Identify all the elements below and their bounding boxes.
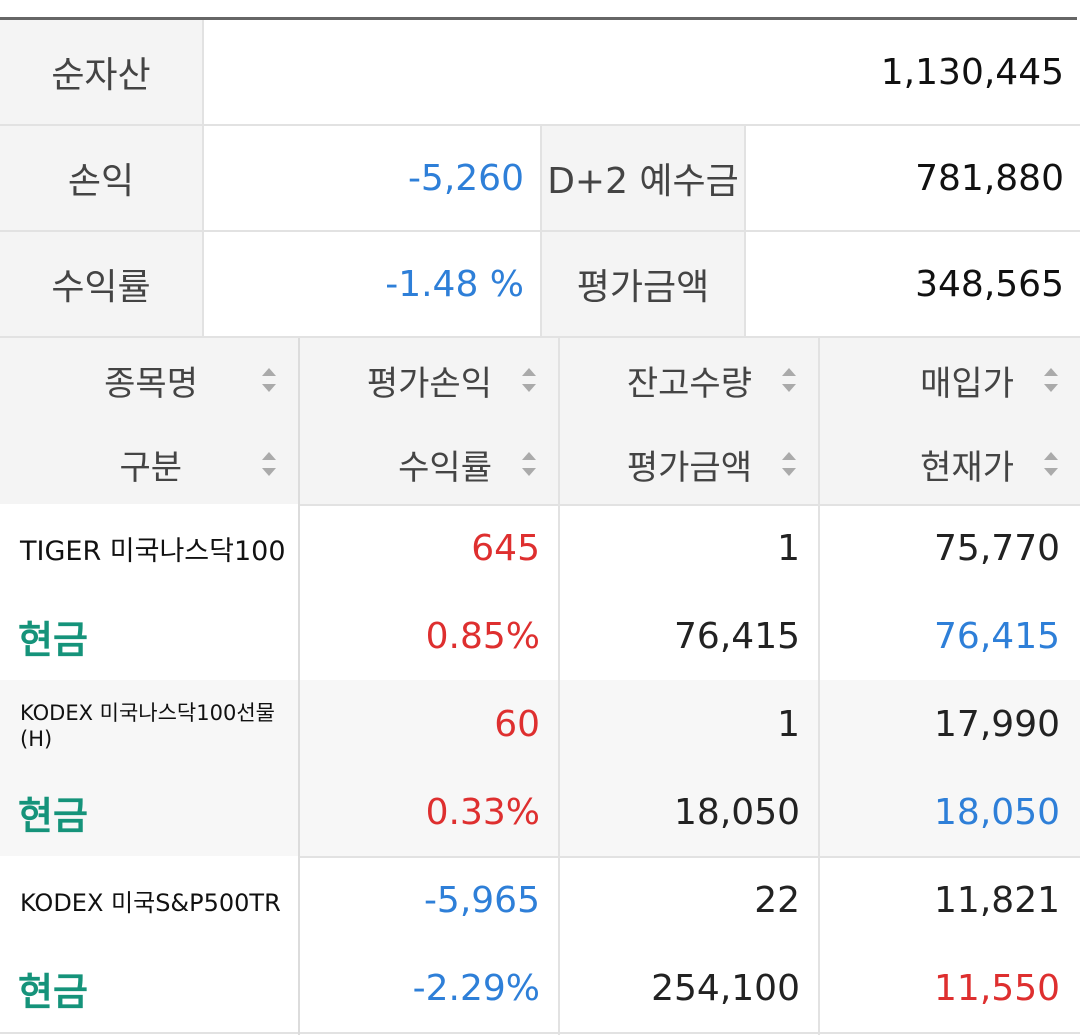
header-sort-name[interactable]: 종목명 (0, 338, 298, 422)
summary-row-pnl: 손익 -5,260 D+2 예수금 781,880 (0, 126, 1080, 232)
summary-row-net-assets: 순자산 1,130,445 (0, 20, 1080, 126)
summary-row-return: 수익률 -1.48 % 평가금액 348,565 (0, 232, 1080, 338)
header-type-label: 구분 (119, 447, 182, 488)
header-current-price-label: 현재가 (920, 447, 1014, 488)
sort-updown-icon[interactable] (782, 367, 796, 393)
sort-updown-icon[interactable] (1044, 367, 1058, 393)
header-sort-eval[interactable]: 평가금액 (560, 422, 818, 506)
holding-name: KODEX 미국나스닥100선물(H) (20, 701, 275, 751)
sort-updown-icon[interactable] (262, 451, 276, 477)
holding-name-cell: KODEX 미국나스닥100선물(H) 현금 (0, 680, 298, 856)
header-sort-current-price[interactable]: 현재가 (820, 422, 1080, 506)
pnl-label: 손익 (0, 126, 204, 230)
holding-name-cell: KODEX 미국S&P500TR 현금 (0, 856, 298, 1032)
deposit-label: D+2 예수금 (540, 126, 746, 230)
holding-current-price: 76,415 (934, 615, 1060, 657)
column-divider (558, 338, 560, 1035)
sort-updown-icon[interactable] (782, 451, 796, 477)
header-col-pnl[interactable]: 평가손익 수익률 (300, 338, 558, 504)
holding-pnl: 60 (494, 703, 540, 745)
eval-amount-label: 평가금액 (540, 232, 746, 336)
header-pnl-label: 평가손익 (366, 363, 492, 404)
holding-eval-amount: 76,415 (674, 615, 800, 657)
holding-pnl: -5,965 (423, 879, 540, 921)
holding-quantity: 22 (754, 879, 800, 921)
holdings-header: 종목명 구분 평가손익 수익률 잔고수량 평가금액 매입가 현재가 (0, 338, 1080, 506)
holding-current-price: 18,050 (934, 791, 1060, 833)
holding-return: 0.85% (425, 615, 540, 657)
header-sort-pnl[interactable]: 평가손익 (300, 338, 558, 422)
net-assets-value: 1,130,445 (880, 51, 1064, 93)
holding-quantity: 1 (777, 703, 800, 745)
sort-updown-icon[interactable] (1044, 451, 1058, 477)
holding-row[interactable]: TIGER 미국나스닥100 현금 645 0.85% 1 76,415 75,… (0, 504, 1080, 682)
header-buy-price-label: 매입가 (920, 363, 1014, 404)
holding-eval-amount: 254,100 (651, 967, 800, 1009)
return-value: -1.48 % (385, 263, 524, 305)
deposit-value: 781,880 (915, 157, 1064, 199)
header-name-label: 종목명 (104, 363, 198, 404)
header-sort-quantity[interactable]: 잔고수량 (560, 338, 818, 422)
holding-buy-price: 11,821 (934, 879, 1060, 921)
holding-row[interactable]: KODEX 미국S&P500TR 현금 -5,965 -2.29% 22 254… (0, 856, 1080, 1034)
pnl-value: -5,260 (407, 157, 524, 199)
sort-updown-icon[interactable] (262, 367, 276, 393)
holding-name: TIGER 미국나스닥100 (20, 535, 286, 567)
header-sort-return[interactable]: 수익률 (300, 422, 558, 506)
header-col-quantity[interactable]: 잔고수량 평가금액 (560, 338, 818, 504)
holding-type: 현금 (18, 617, 88, 662)
holding-buy-price: 75,770 (934, 527, 1060, 569)
column-divider (298, 338, 300, 1035)
sort-updown-icon[interactable] (522, 451, 536, 477)
header-eval-label: 평가금액 (626, 447, 752, 488)
holding-pnl: 645 (471, 527, 540, 569)
holding-name: KODEX 미국S&P500TR (20, 888, 281, 917)
column-divider (818, 338, 820, 1035)
holding-name-cell: TIGER 미국나스닥100 현금 (0, 504, 298, 680)
header-return-label: 수익률 (398, 447, 492, 488)
holding-return: 0.33% (425, 791, 540, 833)
return-label: 수익률 (0, 232, 204, 336)
header-col-price[interactable]: 매입가 현재가 (820, 338, 1080, 504)
holding-eval-amount: 18,050 (674, 791, 800, 833)
header-sort-type[interactable]: 구분 (0, 422, 298, 506)
holding-current-price: 11,550 (934, 967, 1060, 1009)
holding-type: 현금 (18, 793, 88, 838)
holding-row[interactable]: KODEX 미국나스닥100선물(H) 현금 60 0.33% 1 18,050… (0, 680, 1080, 858)
header-quantity-label: 잔고수량 (626, 363, 752, 404)
holding-buy-price: 17,990 (934, 703, 1060, 745)
sort-updown-icon[interactable] (522, 367, 536, 393)
net-assets-label: 순자산 (0, 20, 204, 124)
holding-return: -2.29% (412, 967, 540, 1009)
holding-type: 현금 (18, 969, 88, 1014)
eval-amount-value: 348,565 (915, 263, 1064, 305)
header-col-name[interactable]: 종목명 구분 (0, 338, 298, 504)
header-sort-buy-price[interactable]: 매입가 (820, 338, 1080, 422)
holding-quantity: 1 (777, 527, 800, 569)
